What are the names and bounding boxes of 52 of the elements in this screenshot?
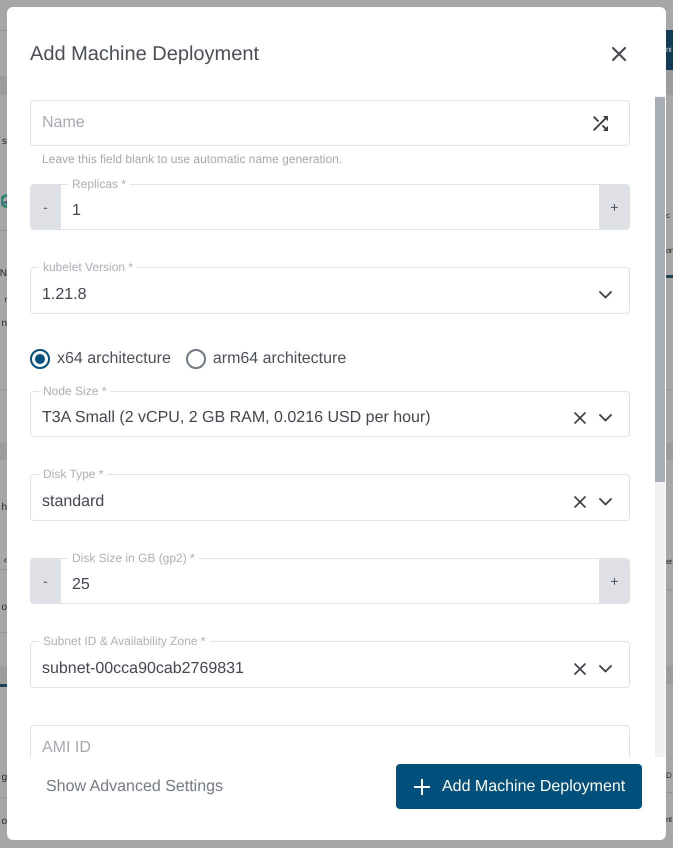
increment-button[interactable]: + [599, 558, 630, 604]
clear-icon[interactable] [574, 496, 586, 508]
add-deployment-button[interactable]: Add Machine Deployment [396, 764, 642, 809]
chevron-down-icon [599, 290, 612, 298]
background-text: o [1, 603, 7, 613]
tab-underline [666, 275, 673, 278]
background-text: c [666, 212, 670, 220]
background-text: er [666, 558, 672, 566]
field-label: Disk Size in GB (gp2) * [71, 552, 196, 564]
chevron-down-icon [599, 498, 612, 506]
background-text: o [1, 817, 7, 827]
clear-icon[interactable] [574, 662, 586, 674]
clear-icon[interactable] [574, 412, 586, 424]
background-text: D [666, 772, 672, 780]
number-field[interactable]: Disk Size in GB (gp2) * 25 [61, 552, 599, 604]
background-text: N [0, 269, 7, 279]
dialog-title: Add Machine Deployment [30, 42, 260, 67]
background-text: r [4, 296, 7, 304]
chevron-down-icon [599, 664, 612, 672]
ring-icon [1, 194, 7, 208]
background-text: nt [666, 816, 672, 824]
background-text: ‹ [4, 556, 7, 566]
plus-icon [414, 778, 430, 794]
text-field[interactable]: AMI ID [30, 725, 630, 757]
radio-label[interactable]: x64 architecture [57, 349, 171, 369]
field-label: Replicas * [71, 178, 128, 190]
dropdown-field[interactable]: kubelet Version * 1.21.8 [30, 261, 630, 314]
background-button[interactable]: ni [666, 30, 673, 70]
field-label: Disk Type * [42, 468, 104, 481]
decrement-button[interactable]: - [30, 558, 61, 604]
field-hint: Leave this field blank to use automatic name generation. [42, 152, 344, 166]
radio-button[interactable] [186, 349, 206, 369]
increment-button[interactable]: + [599, 184, 630, 230]
scrollbar-thumb[interactable] [655, 97, 665, 482]
dropdown-field[interactable]: Disk Type * standard [30, 468, 630, 520]
background-text: s [2, 137, 7, 147]
radio-label[interactable]: arm64 architecture [212, 349, 346, 369]
dropdown-field[interactable]: Subnet ID & Availability Zone * subnet-00cca90cab2769831 [30, 635, 630, 688]
background-text: n [1, 319, 7, 329]
field-label: Subnet ID & Availability Zone * [42, 635, 207, 648]
field-label: kubelet Version * [42, 261, 134, 274]
decrement-button[interactable]: - [30, 184, 61, 230]
background-text: g [1, 773, 7, 783]
close-icon[interactable] [612, 47, 626, 61]
background-text: on [666, 247, 673, 255]
background-text: h [1, 503, 7, 513]
field-label: Node Size * [42, 384, 108, 398]
advanced-settings-link[interactable]: Show Advanced Settings [46, 776, 224, 796]
chevron-down-icon [599, 414, 612, 422]
radio-button[interactable] [30, 349, 50, 369]
dropdown-field[interactable]: Node Size * T3A Small (2 vCPU, 2 GB RAM, 0.0216 USD per hour) [30, 384, 630, 437]
number-field[interactable]: Replicas * 1 [61, 178, 599, 230]
